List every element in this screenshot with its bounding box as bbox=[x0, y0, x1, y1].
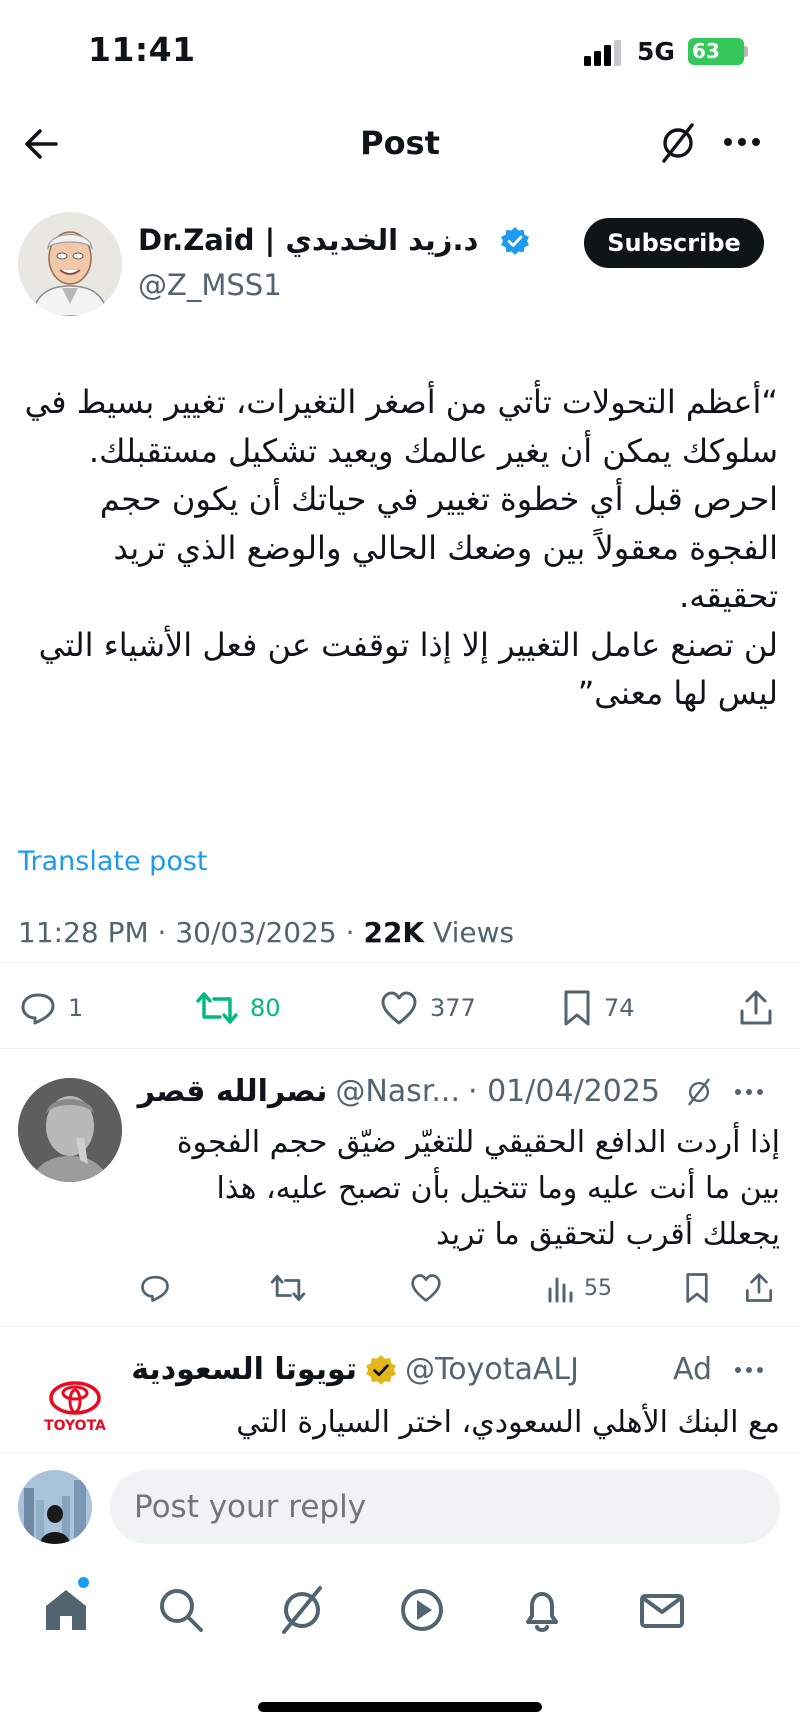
grok-icon[interactable] bbox=[656, 120, 700, 166]
reply-reply-button[interactable] bbox=[140, 1268, 170, 1308]
home-icon[interactable] bbox=[40, 1584, 92, 1636]
network-type: 5G bbox=[637, 37, 675, 66]
views-count: 22K bbox=[363, 916, 425, 949]
subscribe-button[interactable]: Subscribe bbox=[584, 218, 764, 268]
more-icon[interactable] bbox=[734, 1365, 764, 1375]
divider bbox=[0, 1048, 800, 1049]
reply-input[interactable] bbox=[110, 1470, 780, 1544]
reply-icon bbox=[141, 1275, 169, 1302]
ad-header: تويوتا السعودية @ToyotaALJ Ad bbox=[131, 1352, 764, 1387]
verified-gold-badge-icon bbox=[366, 1354, 396, 1385]
bookmark-icon bbox=[564, 990, 590, 1026]
meta-separator: · bbox=[345, 916, 364, 949]
repost-icon bbox=[196, 992, 238, 1024]
my-avatar-image bbox=[18, 1470, 92, 1544]
meta-separator: · bbox=[157, 916, 176, 949]
bookmark-icon bbox=[686, 1273, 708, 1303]
ad-label: Ad bbox=[672, 1352, 712, 1387]
status-time: 11:41 bbox=[88, 30, 196, 69]
author-handle[interactable]: @Z_MSS1 bbox=[138, 268, 282, 302]
grok-icon[interactable] bbox=[684, 1076, 714, 1108]
share-icon bbox=[740, 990, 772, 1025]
reply-icon bbox=[21, 993, 55, 1025]
signal-icon bbox=[584, 40, 621, 66]
reply-views-count: 55 bbox=[584, 1275, 612, 1301]
battery-level: 63 bbox=[692, 39, 720, 63]
ad-author-name[interactable]: تويوتا السعودية bbox=[131, 1352, 357, 1387]
video-icon[interactable] bbox=[396, 1584, 448, 1636]
toyota-logo[interactable]: TOYOTA bbox=[40, 1380, 110, 1436]
reply-author-name[interactable]: نصرالله قصر bbox=[138, 1074, 328, 1109]
toyota-logo-text: TOYOTA bbox=[44, 1418, 106, 1434]
like-button[interactable]: 377 bbox=[380, 986, 476, 1030]
views-label[interactable]: Views bbox=[433, 916, 514, 949]
reply-text: إذا أردت الدافع الحقيقي للتغيّر ضيّق حجم… bbox=[176, 1125, 780, 1252]
translate-post-link[interactable]: Translate post bbox=[18, 846, 208, 877]
bookmark-count: 74 bbox=[604, 994, 635, 1022]
post-time: 11:28 PM bbox=[18, 916, 149, 949]
heart-icon bbox=[411, 1274, 441, 1302]
reply-bookmark-button[interactable] bbox=[684, 1268, 710, 1308]
grok-icon[interactable] bbox=[276, 1584, 328, 1636]
reply-share-button[interactable] bbox=[744, 1268, 774, 1308]
ad-author-handle[interactable]: @ToyotaALJ bbox=[405, 1352, 579, 1387]
verified-badge-icon bbox=[501, 227, 529, 255]
repost-button[interactable]: 80 bbox=[196, 986, 281, 1030]
notifications-icon[interactable] bbox=[516, 1584, 568, 1636]
ad-text: مع البنك الأهلي السعودي، اختر السيارة ال… bbox=[236, 1405, 780, 1440]
battery-indicator: 63 bbox=[688, 38, 744, 65]
reply-views-button[interactable]: 55 bbox=[546, 1268, 612, 1308]
reply-date: · 01/04/2025 bbox=[468, 1074, 660, 1109]
home-notification-dot bbox=[78, 1577, 89, 1588]
share-icon bbox=[746, 1273, 772, 1302]
post-text: “أعظم التحولات تأتي من أصغر التغيرات، تغ… bbox=[24, 383, 778, 712]
more-icon[interactable] bbox=[720, 130, 764, 154]
reply-header: نصرالله قصر @Nasr... · 01/04/2025 bbox=[138, 1074, 764, 1109]
bookmark-button[interactable]: 74 bbox=[562, 986, 635, 1030]
post-date: 30/03/2025 bbox=[175, 916, 337, 949]
author-avatar-image bbox=[18, 212, 122, 316]
home-indicator bbox=[258, 1702, 542, 1712]
search-icon[interactable] bbox=[155, 1584, 207, 1636]
like-count: 377 bbox=[430, 994, 476, 1022]
reply-repost-button[interactable] bbox=[270, 1268, 306, 1308]
views-icon bbox=[548, 1277, 573, 1303]
reply-count: 1 bbox=[68, 994, 84, 1022]
share-button[interactable] bbox=[738, 986, 774, 1030]
my-avatar[interactable] bbox=[18, 1470, 92, 1544]
author-avatar[interactable] bbox=[18, 212, 122, 316]
post-meta: 11:28 PM · 30/03/2025 · 22K Views bbox=[18, 916, 514, 949]
heart-icon bbox=[381, 991, 417, 1025]
repost-icon bbox=[270, 1274, 306, 1302]
reply-avatar[interactable] bbox=[18, 1078, 122, 1182]
reply-like-button[interactable] bbox=[410, 1268, 442, 1308]
reply-button[interactable]: 1 bbox=[20, 986, 83, 1030]
reply-author-handle[interactable]: @Nasr... bbox=[335, 1074, 460, 1109]
more-icon[interactable] bbox=[734, 1087, 764, 1097]
author-name[interactable]: Dr.Zaid | د.زيد الخديدي bbox=[138, 223, 478, 257]
repost-count: 80 bbox=[250, 994, 281, 1022]
divider bbox=[0, 1326, 800, 1327]
messages-icon[interactable] bbox=[636, 1584, 688, 1636]
divider bbox=[0, 962, 800, 963]
battery-cap bbox=[744, 46, 748, 57]
reply-avatar-image bbox=[18, 1078, 122, 1182]
